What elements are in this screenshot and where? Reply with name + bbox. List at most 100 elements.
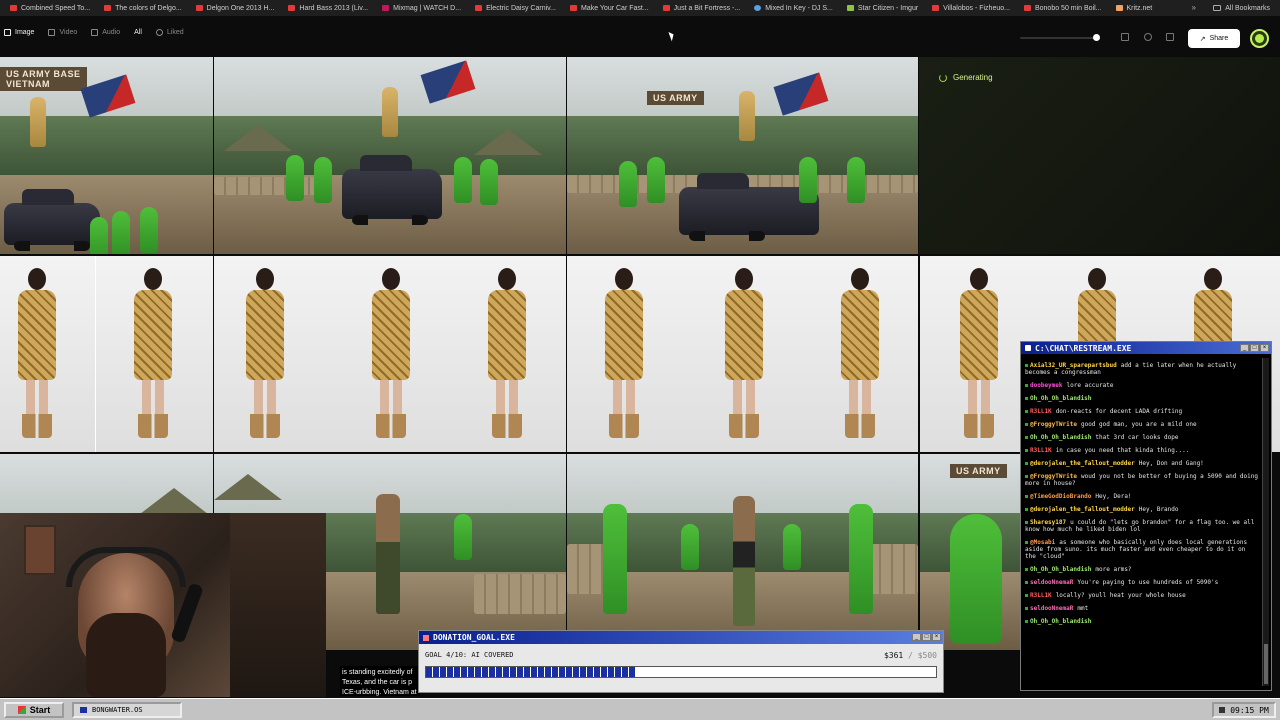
frog-soldier bbox=[90, 217, 108, 254]
minimize-button[interactable]: _ bbox=[912, 633, 921, 641]
all-bookmarks-button[interactable]: All Bookmarks bbox=[1213, 0, 1270, 16]
filter-all[interactable]: All bbox=[134, 29, 142, 36]
layout-icon[interactable] bbox=[1121, 33, 1129, 41]
user-avatar[interactable] bbox=[1250, 29, 1269, 48]
chat-titlebar[interactable]: C:\CHAT\RESTREAM.EXE bbox=[1021, 342, 1271, 354]
bookmark-item[interactable]: Make Your Car Fast... bbox=[569, 5, 649, 12]
bookmark-item[interactable]: Villalobos - Fizheuo... bbox=[932, 5, 1010, 12]
donation-goal-label: GOAL 4/10: AI COVERED bbox=[425, 651, 514, 659]
chat-scrollbar[interactable] bbox=[1262, 358, 1269, 686]
image-tile[interactable] bbox=[214, 57, 566, 254]
chat-username[interactable]: @derojalen_the_fallout_modder bbox=[1030, 460, 1135, 467]
maximize-button[interactable]: □ bbox=[922, 633, 931, 641]
chat-username[interactable]: Oh_Oh_Oh_blandish bbox=[1030, 395, 1091, 402]
minimize-button[interactable]: _ bbox=[1240, 344, 1249, 352]
heart-icon bbox=[155, 29, 163, 36]
settings-icon[interactable] bbox=[1144, 33, 1152, 41]
image-tile[interactable]: US ARMY bbox=[920, 454, 1020, 650]
filter-image[interactable]: Image bbox=[4, 29, 34, 36]
zoom-slider-track[interactable] bbox=[1020, 37, 1100, 39]
bookmarks-bar: Combined Speed To... The colors of Delgo… bbox=[0, 0, 1280, 16]
figure bbox=[368, 268, 414, 444]
image-tile[interactable] bbox=[214, 256, 566, 452]
platform-icon bbox=[1025, 594, 1028, 597]
chat-username[interactable]: Axial32_UR_sparepartsbud bbox=[1030, 362, 1117, 369]
chat-username[interactable]: R3LL1K bbox=[1030, 447, 1052, 454]
filter-audio[interactable]: Audio bbox=[91, 29, 120, 36]
donation-titlebar[interactable]: DONATION_GOAL.EXE bbox=[419, 631, 943, 644]
app-icon bbox=[80, 707, 87, 713]
filter-liked[interactable]: Liked bbox=[155, 29, 184, 36]
bookmark-item[interactable]: Mixed In Key - DJ S... bbox=[754, 5, 833, 12]
image-tile[interactable] bbox=[567, 256, 918, 452]
bookmark-item[interactable]: The colors of Delgo... bbox=[104, 5, 182, 12]
share-button[interactable]: ↗ Share bbox=[1188, 29, 1240, 48]
image-tile[interactable] bbox=[0, 256, 213, 452]
figure bbox=[733, 496, 755, 626]
chat-username[interactable]: @TimeGodDioBrando bbox=[1030, 493, 1091, 500]
chat-text: Hey, Don and Gang! bbox=[1138, 460, 1204, 467]
window-icon bbox=[423, 634, 429, 641]
chat-username[interactable]: seldooNnemaR bbox=[1030, 579, 1073, 586]
start-button[interactable]: Start bbox=[4, 702, 64, 718]
bookmark-item[interactable]: Electric Daisy Carniv... bbox=[475, 5, 556, 12]
army-sign: US ARMY bbox=[647, 91, 704, 105]
media-filter-group: Image Video Audio All Liked bbox=[4, 29, 198, 36]
bookmark-item[interactable]: Hard Bass 2013 (Liv... bbox=[288, 5, 368, 12]
platform-icon bbox=[1025, 449, 1028, 452]
chat-username[interactable]: Sharesy187 bbox=[1030, 519, 1066, 526]
bookmark-item[interactable]: Mixmag | WATCH D... bbox=[382, 5, 461, 12]
bookmark-item[interactable]: Just a Bit Fortress -... bbox=[662, 5, 740, 12]
chat-username[interactable]: Oh_Oh_Oh_blandish bbox=[1030, 566, 1091, 573]
chat-username[interactable]: seldooNnemaR bbox=[1030, 605, 1073, 612]
image-tile[interactable] bbox=[567, 454, 918, 650]
share-icon: ↗ bbox=[1199, 35, 1206, 43]
bookmark-item[interactable]: Delgon One 2013 H... bbox=[195, 5, 274, 12]
image-tile[interactable]: US ARMY BASE VIETNAM bbox=[0, 57, 213, 254]
image-icon bbox=[4, 29, 11, 36]
bookmark-item[interactable]: Star Citizen - Imgur bbox=[846, 5, 918, 12]
frog-soldier bbox=[454, 157, 472, 203]
platform-icon bbox=[1025, 568, 1028, 571]
chat-username[interactable]: R3LL1K bbox=[1030, 592, 1052, 599]
scrollbar-thumb[interactable] bbox=[1264, 644, 1268, 684]
image-tile[interactable]: US ARMY bbox=[567, 57, 918, 254]
platform-icon bbox=[1025, 410, 1028, 413]
bookmark-item[interactable]: Kritz.net bbox=[1115, 5, 1152, 12]
youtube-icon bbox=[662, 5, 670, 11]
bookmarks-overflow-button[interactable]: » bbox=[1192, 3, 1196, 12]
close-button[interactable]: × bbox=[932, 633, 941, 641]
windows-logo-icon bbox=[17, 706, 26, 714]
frog-soldier bbox=[454, 514, 472, 560]
chat-username[interactable]: @FroggyTWrite bbox=[1030, 421, 1077, 428]
maximize-button[interactable]: □ bbox=[1250, 344, 1259, 352]
figure bbox=[382, 87, 398, 137]
chat-username[interactable]: Oh_Oh_Oh_blandish bbox=[1030, 618, 1091, 625]
platform-icon bbox=[1025, 581, 1028, 584]
system-clock: 09:15 PM bbox=[1212, 702, 1276, 718]
chat-username[interactable]: R3LL1K bbox=[1030, 408, 1052, 415]
close-button[interactable]: × bbox=[1260, 344, 1269, 352]
taskbar-item[interactable]: BONGWATER.OS bbox=[72, 702, 182, 718]
imgur-icon bbox=[846, 5, 854, 11]
zoom-slider-handle[interactable] bbox=[1093, 34, 1100, 41]
mixmag-icon bbox=[382, 5, 390, 11]
chat-message: seldooNnemaR mmt bbox=[1025, 605, 1259, 612]
grid-view-icon[interactable] bbox=[1166, 33, 1174, 41]
chat-message: Oh_Oh_Oh_blandish more arms? bbox=[1025, 566, 1259, 573]
bookmark-item[interactable]: Bonobo 50 min Boil... bbox=[1023, 5, 1102, 12]
audio-icon bbox=[91, 29, 99, 36]
bookmark-item[interactable]: Combined Speed To... bbox=[10, 5, 90, 12]
filter-video[interactable]: Video bbox=[48, 29, 77, 36]
app-toolbar: Image Video Audio All Liked bbox=[0, 16, 1280, 56]
chat-username[interactable]: @Mosabi bbox=[1030, 539, 1055, 546]
chat-username[interactable]: @derojalen_the_fallout_modder bbox=[1030, 506, 1135, 513]
platform-icon bbox=[1025, 541, 1028, 544]
frog-soldier bbox=[799, 157, 817, 203]
chat-username[interactable]: Oh_Oh_Oh_blandish bbox=[1030, 434, 1091, 441]
window-icon bbox=[1025, 345, 1031, 351]
chat-username[interactable]: @FroggyTWrite bbox=[1030, 473, 1077, 480]
frog-soldier bbox=[681, 524, 699, 570]
chat-text: Hey, Dera! bbox=[1095, 493, 1132, 500]
chat-username[interactable]: doobeymek bbox=[1030, 382, 1063, 389]
